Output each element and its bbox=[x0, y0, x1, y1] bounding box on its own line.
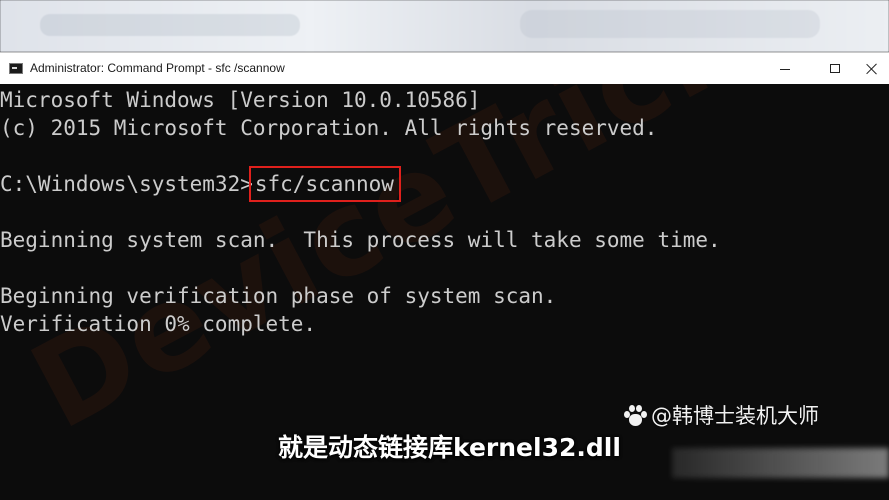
source-watermark: @韩博士装机大师 bbox=[623, 400, 819, 430]
verification-status: Verification 0% complete. bbox=[0, 312, 317, 336]
highlighted-command: sfc/scannow bbox=[248, 166, 401, 202]
blurred-corner bbox=[672, 448, 889, 478]
window-title-bar[interactable]: Administrator: Command Prompt - sfc /sca… bbox=[0, 52, 889, 84]
paw-icon bbox=[623, 404, 647, 426]
minimize-icon bbox=[780, 68, 790, 70]
command-line: C:\Windows\system32>sfc/scannow bbox=[0, 166, 401, 202]
console-line: Beginning verification phase of system s… bbox=[0, 284, 557, 308]
maximize-icon bbox=[830, 64, 840, 73]
maximize-button[interactable] bbox=[812, 53, 858, 84]
prompt-path: C:\Windows\system32> bbox=[0, 172, 253, 196]
source-handle: @韩博士装机大师 bbox=[651, 404, 819, 428]
cmd-icon[interactable] bbox=[9, 63, 23, 74]
video-subtitle: 就是动态链接库kernel32.dll bbox=[278, 433, 621, 462]
console-line: Microsoft Windows [Version 10.0.10586] bbox=[0, 88, 481, 112]
console-line: Beginning system scan. This process will… bbox=[0, 228, 721, 252]
minimize-button[interactable] bbox=[762, 53, 808, 84]
blurred-desktop-background bbox=[0, 0, 889, 52]
close-button[interactable] bbox=[855, 53, 889, 84]
close-icon bbox=[866, 63, 878, 75]
console-line: (c) 2015 Microsoft Corporation. All righ… bbox=[0, 116, 658, 140]
window-title: Administrator: Command Prompt - sfc /sca… bbox=[30, 61, 285, 75]
